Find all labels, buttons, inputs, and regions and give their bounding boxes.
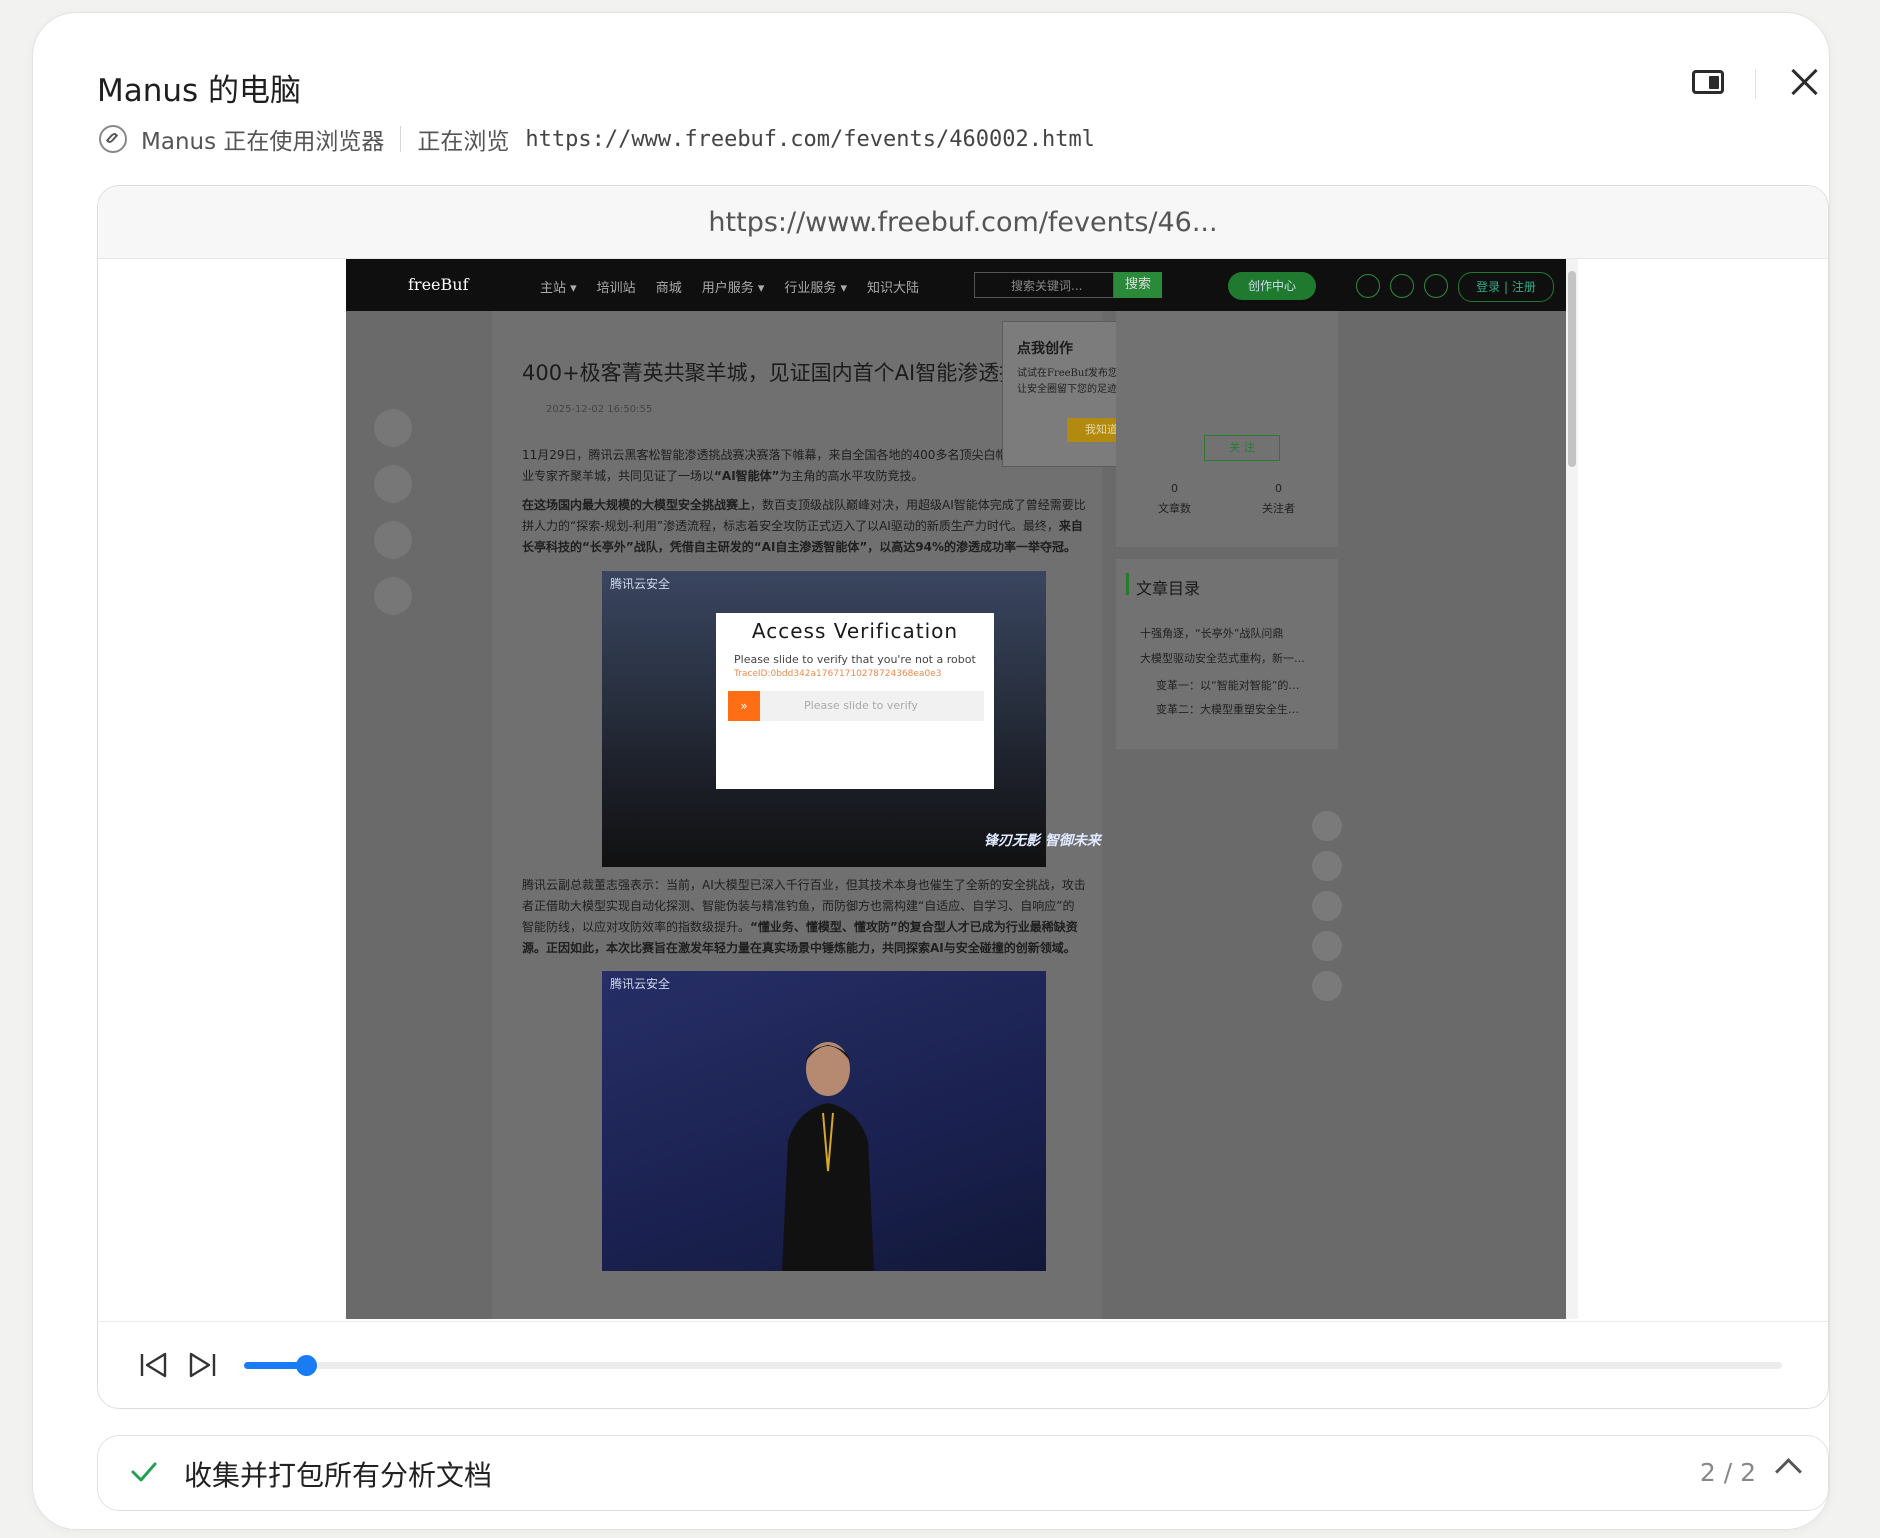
freebuf-search-button[interactable]: 搜索	[1114, 272, 1162, 298]
nav-item[interactable]: 培训站	[597, 277, 636, 296]
toc-accent	[1126, 573, 1129, 595]
timeline-handle[interactable]	[295, 1355, 317, 1376]
qr-code-icon[interactable]	[1312, 891, 1342, 921]
freebuf-logo[interactable]: freeBuf	[408, 275, 469, 294]
article-paragraph-3: 腾讯云副总裁董志强表示：当前，AI大模型已深入千行百业，但其技术本身也催生了全新…	[522, 878, 1086, 955]
freebuf-navbar: freeBuf 主站 ▾ 培训站 商城 用户服务 ▾ 行业服务 ▾ 知识大陆 搜…	[346, 259, 1566, 311]
image-slogan: 锋刃无影 智御未来	[984, 833, 1101, 849]
status-action: 正在浏览	[417, 129, 510, 155]
playback-timeline[interactable]	[244, 1355, 1782, 1376]
nav-icon-1[interactable]	[1356, 274, 1380, 298]
link-icon[interactable]	[1424, 274, 1448, 298]
nav-item[interactable]: 行业服务 ▾	[784, 277, 847, 296]
star-icon[interactable]	[374, 465, 412, 503]
login-button[interactable]: 登录 | 注册	[1458, 272, 1554, 302]
check-icon	[131, 1462, 157, 1482]
like-icon[interactable]	[374, 409, 412, 447]
browser-screenshot[interactable]: freeBuf 主站 ▾ 培训站 商城 用户服务 ▾ 行业服务 ▾ 知识大陆 搜…	[346, 259, 1566, 1319]
chevron-up-icon[interactable]	[1775, 1458, 1802, 1485]
nav-item[interactable]: 用户服务 ▾	[702, 277, 765, 296]
panel-title: Manus 的电脑	[97, 73, 302, 109]
verify-slider-handle[interactable]: »	[728, 691, 760, 721]
modal-subtitle: Please slide to verify that you're not a…	[734, 653, 976, 666]
layout-toggle-button[interactable]	[1691, 67, 1727, 99]
speaker-figure	[782, 1042, 874, 1271]
verify-slider-hint: Please slide to verify	[804, 699, 918, 712]
toc-item[interactable]: 大模型驱动安全范式重构，新一…	[1140, 650, 1305, 666]
status-url: https://www.freebuf.com/fevents/460002.h…	[525, 126, 1095, 152]
skip-back-icon[interactable]	[138, 1349, 170, 1381]
status-agent: Manus 正在使用浏览器	[141, 129, 385, 155]
task-label: 收集并打包所有分析文档	[184, 1459, 493, 1492]
float-button[interactable]	[1312, 811, 1342, 841]
app-icon[interactable]	[1312, 971, 1342, 1001]
scrollbar-thumb[interactable]	[1568, 271, 1576, 467]
task-step-bar[interactable]: 收集并打包所有分析文档 2 / 2	[97, 1435, 1829, 1511]
article-title: 400+极客菁英共聚羊城，见证国内首个AI智能渗透挑战赛	[522, 361, 1063, 385]
modal-title: Access Verification	[751, 619, 959, 643]
article-date: 2025-12-02 16:50:55	[546, 404, 653, 415]
image-watermark: 腾讯云安全	[610, 577, 671, 591]
browser-viewer: https://www.freebuf.com/fevents/46... fr…	[97, 185, 1829, 1409]
status-line: Manus 正在使用浏览器 正在浏览 https://www.freebuf.c…	[99, 123, 1095, 155]
article-paragraph-2: 在这场国内最大规模的大模型安全挑战赛上，数百支顶级战队巅峰对决，用超级AI智能体…	[522, 498, 1086, 554]
playback-controls	[98, 1321, 1828, 1408]
edit-icon[interactable]	[1312, 851, 1342, 881]
tooltip-title: 点我创作	[1017, 341, 1073, 357]
author-card	[1116, 311, 1338, 547]
status-divider	[400, 126, 402, 152]
toc-title: 文章目录	[1136, 579, 1201, 598]
comment-icon[interactable]	[374, 521, 412, 559]
panel-layout-icon	[1692, 70, 1724, 94]
image-watermark-2: 腾讯云安全	[610, 977, 671, 991]
nav-item[interactable]: 知识大陆	[867, 277, 919, 296]
nav-item[interactable]: 主站 ▾	[540, 277, 577, 296]
stat-followers: 0 关注者	[1262, 482, 1295, 515]
nav-item[interactable]: 商城	[656, 277, 682, 296]
stat-articles: 0 文章数	[1158, 482, 1191, 515]
freebuf-search-input[interactable]: 搜索关键词...	[974, 272, 1114, 298]
close-button[interactable]	[1785, 63, 1825, 103]
toc-item[interactable]: 十强角逐，“长亭外”战队问鼎	[1140, 625, 1283, 641]
skip-forward-icon[interactable]	[186, 1349, 218, 1381]
viewer-scrollbar[interactable]	[1566, 259, 1578, 1319]
header-divider	[1755, 69, 1756, 99]
access-verification-modal: Access Verification Please slide to veri…	[716, 613, 994, 789]
share-icon[interactable]	[374, 577, 412, 615]
viewer-address-bar: https://www.freebuf.com/fevents/46...	[98, 186, 1828, 259]
freebuf-menu: 主站 ▾ 培训站 商城 用户服务 ▾ 行业服务 ▾ 知识大陆	[540, 277, 919, 296]
toc-item[interactable]: 变革一：以“智能对智能”的…	[1156, 677, 1299, 693]
create-center-button[interactable]: 创作中心	[1228, 272, 1316, 300]
task-counter: 2 / 2	[1699, 1458, 1756, 1487]
modal-trace-id: TraceID:0bdd342a17671710278724368ea0e3	[734, 669, 942, 679]
follow-button[interactable]: 关 注	[1204, 435, 1280, 461]
compass-icon	[99, 125, 127, 153]
toc-item[interactable]: 变革二：大模型重塑安全生…	[1156, 701, 1299, 717]
nav-icon-2[interactable]	[1390, 274, 1414, 298]
computer-panel: Manus 的电脑 Manus 正在使用浏览器 正在浏览 https://www…	[32, 12, 1830, 1530]
mobile-icon[interactable]	[1312, 931, 1342, 961]
